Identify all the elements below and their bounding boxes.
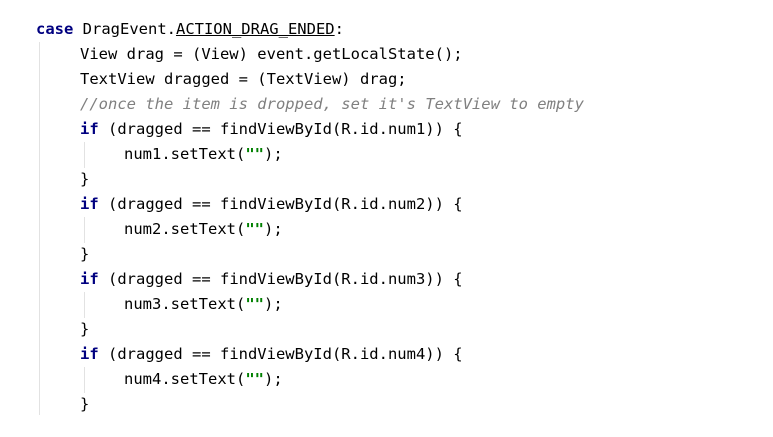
indent-guide-if-4 xyxy=(84,367,85,393)
if-condition: (dragged == findViewById(R.id.num4)) { xyxy=(98,345,463,363)
code-line-case: case DragEvent.ACTION_DRAG_ENDED: xyxy=(36,17,344,42)
settext-end: ); xyxy=(264,145,283,163)
code-line-if-num4: if (dragged == findViewById(R.id.num4)) … xyxy=(80,342,463,367)
case-class-text: DragEvent. xyxy=(73,20,176,38)
code-line-if-num2: if (dragged == findViewById(R.id.num2)) … xyxy=(80,192,463,217)
if-keyword: if xyxy=(80,195,99,213)
settext-call: num4.setText( xyxy=(124,370,246,388)
case-keyword: case xyxy=(36,20,74,38)
indent-guide-if-3 xyxy=(84,292,85,318)
settext-end: ); xyxy=(264,220,283,238)
indent-guide-case xyxy=(39,42,40,415)
code-line-if-num1: if (dragged == findViewById(R.id.num1)) … xyxy=(80,117,463,142)
code-line-view-drag: View drag = (View) event.getLocalState()… xyxy=(80,45,463,63)
if-condition: (dragged == findViewById(R.id.num2)) { xyxy=(98,195,463,213)
indent-guide-if-2 xyxy=(84,217,85,243)
settext-end: ); xyxy=(264,295,283,313)
code-line-comment: //once the item is dropped, set it's Tex… xyxy=(80,95,584,113)
if-condition: (dragged == findViewById(R.id.num1)) { xyxy=(98,120,463,138)
empty-string-literal: "" xyxy=(245,295,264,313)
code-line-settext-num4: num4.setText(""); xyxy=(124,367,283,392)
code-editor[interactable]: case DragEvent.ACTION_DRAG_ENDED: View d… xyxy=(0,0,773,437)
settext-call: num1.setText( xyxy=(124,145,246,163)
code-line-close-brace-2: } xyxy=(80,245,90,263)
code-line-settext-num3: num3.setText(""); xyxy=(124,292,283,317)
case-constant: ACTION_DRAG_ENDED xyxy=(175,20,335,38)
if-keyword: if xyxy=(80,120,99,138)
indent-guide-if-1 xyxy=(84,142,85,168)
empty-string-literal: "" xyxy=(245,220,264,238)
code-line-close-brace-1: } xyxy=(80,170,90,188)
code-line-if-num3: if (dragged == findViewById(R.id.num3)) … xyxy=(80,267,463,292)
settext-call: num3.setText( xyxy=(124,295,246,313)
code-line-close-brace-3: } xyxy=(80,320,90,338)
code-line-close-brace-4: } xyxy=(80,395,90,413)
empty-string-literal: "" xyxy=(245,370,264,388)
case-colon: : xyxy=(334,20,344,38)
settext-call: num2.setText( xyxy=(124,220,246,238)
code-line-settext-num1: num1.setText(""); xyxy=(124,142,283,167)
if-keyword: if xyxy=(80,270,99,288)
code-line-textview-dragged: TextView dragged = (TextView) drag; xyxy=(80,70,407,88)
code-line-settext-num2: num2.setText(""); xyxy=(124,217,283,242)
if-keyword: if xyxy=(80,345,99,363)
empty-string-literal: "" xyxy=(245,145,264,163)
if-condition: (dragged == findViewById(R.id.num3)) { xyxy=(98,270,463,288)
settext-end: ); xyxy=(264,370,283,388)
